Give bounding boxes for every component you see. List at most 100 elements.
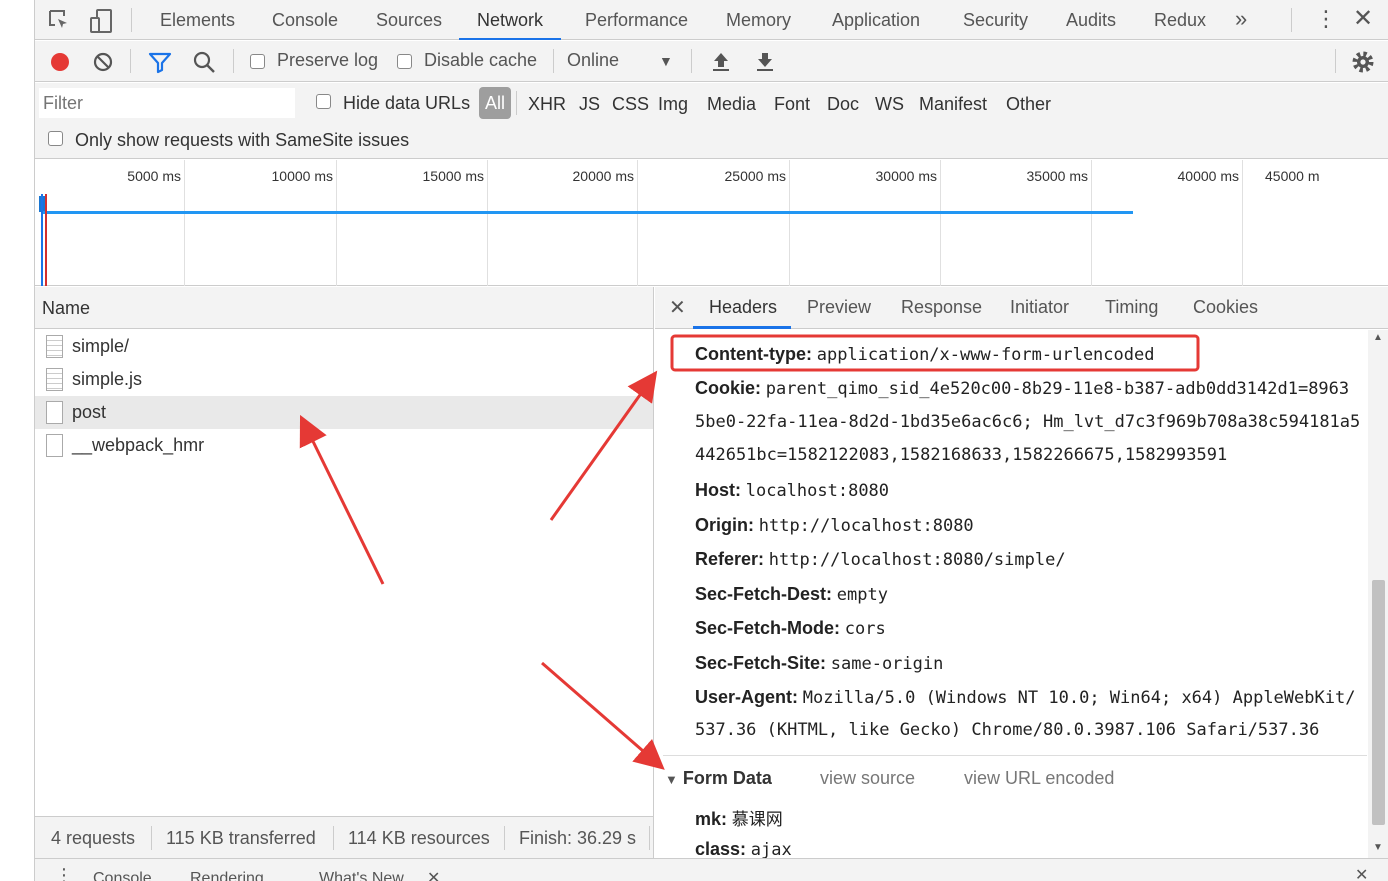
header-name: Sec-Fetch-Mode: [695, 618, 841, 638]
filter-icon[interactable] [147, 49, 173, 75]
divider [233, 49, 234, 73]
request-row[interactable]: simple.js [35, 363, 653, 396]
divider [691, 49, 692, 73]
device-toolbar-icon[interactable] [89, 8, 115, 34]
hide-data-urls-label[interactable]: Hide data URLs [343, 93, 470, 114]
type-filter-img[interactable]: Img [658, 94, 688, 115]
more-tabs-icon[interactable]: » [1235, 6, 1247, 32]
tab-headers[interactable]: Headers [709, 297, 777, 318]
preserve-log-label[interactable]: Preserve log [277, 50, 378, 71]
vertical-scrollbar[interactable]: ▲ ▼ [1368, 330, 1388, 858]
type-filter-xhr[interactable]: XHR [528, 94, 566, 115]
close-drawer-icon[interactable]: ✕ [1355, 865, 1368, 881]
chevron-down-icon[interactable]: ▼ [659, 53, 673, 69]
type-filter-media[interactable]: Media [707, 94, 756, 115]
type-filter-doc[interactable]: Doc [827, 94, 859, 115]
type-filter-css[interactable]: CSS [612, 94, 649, 115]
tab-preview[interactable]: Preview [807, 297, 871, 318]
network-toolbar: Preserve log Disable cache Online ▼ [35, 41, 1388, 82]
samesite-label[interactable]: Only show requests with SameSite issues [75, 130, 409, 151]
samesite-checkbox[interactable] [48, 131, 63, 146]
type-filter-js[interactable]: JS [579, 94, 600, 115]
close-icon[interactable]: ✕ [1353, 4, 1373, 33]
request-row[interactable]: simple/ [35, 330, 653, 363]
import-har-icon[interactable] [709, 49, 733, 75]
devtools-window: Elements Console Sources Network Perform… [34, 0, 1388, 881]
tick-label: 5000 ms [127, 168, 181, 184]
search-icon[interactable] [192, 49, 218, 75]
header-name: Sec-Fetch-Dest: [695, 584, 833, 604]
divider [151, 826, 152, 850]
summary-bar: 4 requests 115 KB transferred 114 KB res… [35, 816, 653, 858]
drawer-tab-whats-new[interactable]: What's New [319, 870, 404, 881]
divider [130, 49, 131, 73]
overview-timeline[interactable]: 5000 ms 10000 ms 15000 ms 20000 ms 25000… [35, 160, 1388, 286]
header-cookie[interactable]: Cookie: parent_qimo_sid_4e520c00-8b29-11… [695, 378, 1349, 399]
throttling-select[interactable]: Online [567, 50, 619, 71]
tab-cookies[interactable]: Cookies [1193, 297, 1258, 318]
request-row[interactable]: __webpack_hmr [35, 429, 653, 462]
header-host[interactable]: Host: localhost:8080 [695, 480, 889, 501]
tab-timing[interactable]: Timing [1105, 297, 1158, 318]
type-filter-font[interactable]: Font [774, 94, 810, 115]
type-filter-all[interactable]: All [479, 87, 511, 119]
header-value: same-origin [830, 654, 944, 674]
tab-sources[interactable]: Sources [376, 0, 442, 40]
script-icon [46, 368, 63, 391]
view-url-encoded-link[interactable]: view URL encoded [964, 768, 1114, 789]
clear-icon[interactable] [91, 49, 115, 75]
customize-menu-icon[interactable]: ⋮ [1315, 6, 1337, 32]
inspect-element-icon[interactable] [47, 8, 73, 34]
form-data-section-header[interactable]: ▼ Form Data [665, 768, 772, 789]
scroll-up-icon[interactable]: ▲ [1373, 332, 1383, 343]
tick-label: 35000 ms [1026, 168, 1088, 184]
tab-response[interactable]: Response [901, 297, 982, 318]
close-drawer-tab-icon[interactable]: ✕ [427, 868, 440, 881]
settings-gear-icon[interactable] [1350, 49, 1376, 75]
disable-cache-label[interactable]: Disable cache [424, 50, 537, 71]
header-content-type[interactable]: Content-type: application/x-www-form-url… [695, 344, 1154, 365]
tab-application[interactable]: Application [832, 0, 920, 40]
filter-input[interactable] [39, 88, 295, 118]
drawer-tab-rendering[interactable]: Rendering [190, 870, 264, 881]
tab-performance[interactable]: Performance [585, 0, 688, 40]
preserve-log-checkbox[interactable] [250, 54, 265, 69]
header-origin[interactable]: Origin: http://localhost:8080 [695, 515, 974, 536]
close-detail-icon[interactable]: ✕ [669, 295, 686, 320]
header-sec-fetch-mode[interactable]: Sec-Fetch-Mode: cors [695, 618, 886, 639]
name-column-header[interactable]: Name [35, 287, 653, 329]
header-sec-fetch-site[interactable]: Sec-Fetch-Site: same-origin [695, 653, 943, 674]
tick-label: 25000 ms [724, 168, 786, 184]
gridline [487, 160, 488, 286]
type-filter-ws[interactable]: WS [875, 94, 904, 115]
tab-memory[interactable]: Memory [726, 0, 791, 40]
view-source-link[interactable]: view source [820, 768, 915, 789]
form-field-mk[interactable]: mk: 慕课网 [695, 805, 783, 830]
record-icon[interactable] [48, 49, 72, 75]
finish-time: Finish: 36.29 s [519, 828, 637, 848]
header-referer[interactable]: Referer: http://localhost:8080/simple/ [695, 549, 1066, 570]
scroll-down-icon[interactable]: ▼ [1373, 842, 1383, 853]
tab-security[interactable]: Security [963, 0, 1028, 40]
header-user-agent[interactable]: User-Agent: Mozilla/5.0 (Windows NT 10.0… [695, 687, 1355, 708]
header-sec-fetch-dest[interactable]: Sec-Fetch-Dest: empty [695, 584, 888, 605]
drawer-menu-icon[interactable]: ⋮ [55, 865, 73, 881]
header-value: application/x-www-form-urlencoded [816, 345, 1155, 365]
request-row-selected[interactable]: post [35, 396, 653, 429]
divider [1291, 8, 1292, 32]
disable-cache-checkbox[interactable] [397, 54, 412, 69]
tab-elements[interactable]: Elements [160, 0, 235, 40]
hide-data-urls-checkbox[interactable] [316, 94, 331, 109]
form-field-class[interactable]: class: ajax [695, 839, 792, 858]
tab-audits[interactable]: Audits [1066, 0, 1116, 40]
export-har-icon[interactable] [753, 49, 777, 75]
type-filter-other[interactable]: Other [1006, 94, 1051, 115]
tab-initiator[interactable]: Initiator [1010, 297, 1069, 318]
type-filter-manifest[interactable]: Manifest [919, 94, 987, 115]
scroll-thumb[interactable] [1372, 580, 1385, 825]
tab-network[interactable]: Network [459, 0, 562, 40]
tick-label: 15000 ms [422, 168, 484, 184]
tab-redux[interactable]: Redux [1154, 0, 1206, 40]
drawer-tab-console[interactable]: Console [93, 870, 152, 881]
tab-console[interactable]: Console [272, 0, 338, 40]
